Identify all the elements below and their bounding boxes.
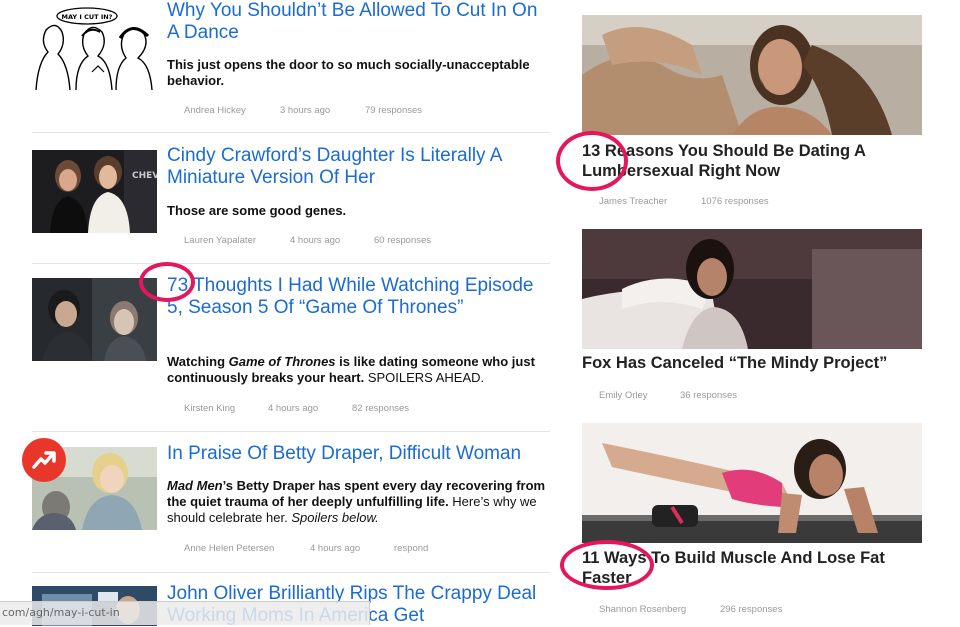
red-carpet-photo-image: CHEV [32, 150, 157, 233]
card-title-link[interactable]: 11 Ways To Build Muscle And Lose Fat Fas… [582, 548, 922, 588]
author-name[interactable]: Lauren Yapalater [184, 235, 290, 246]
responses-count[interactable]: 82 responses [352, 403, 409, 414]
story-title-link[interactable]: 73 Thoughts I Had While Watching Episode… [167, 275, 547, 319]
card-meta: Emily Orley 36 responses [599, 390, 737, 401]
story-thumbnail[interactable]: CHEV [32, 150, 157, 233]
browser-status-bar: com/agh/may-i-cut-in [0, 601, 370, 625]
timestamp: 3 hours ago [280, 105, 331, 116]
card-image[interactable] [582, 423, 922, 543]
responses-count[interactable]: 1076 responses [701, 196, 769, 207]
story-divider [32, 431, 550, 432]
responses-count[interactable]: 296 responses [720, 604, 782, 615]
timestamp: 4 hours ago [310, 543, 361, 554]
pushup-workout-photo-image [582, 423, 922, 543]
card-meta: Shannon Rosenberg 296 responses [599, 604, 782, 615]
trending-arrow-icon [32, 451, 56, 469]
author-name[interactable]: Anne Helen Petersen [184, 543, 310, 554]
card-title-link[interactable]: 13 Reasons You Should Be Dating A Lumber… [582, 141, 922, 181]
story-divider [32, 132, 550, 133]
author-name[interactable]: Shannon Rosenberg [599, 604, 720, 615]
respond-link[interactable]: respond [394, 543, 428, 554]
story-description: This just opens the door to so much soci… [167, 57, 530, 88]
story-divider [32, 263, 550, 264]
speech-bubble-text: MAY I CUT IN? [62, 13, 113, 21]
story-description: Watching Game of Thrones is like dating … [167, 354, 535, 385]
card-title-link[interactable]: Fox Has Canceled “The Mindy Project” [582, 353, 922, 373]
responses-count[interactable]: 79 responses [365, 105, 422, 116]
story-divider [32, 572, 550, 573]
card-image[interactable] [582, 229, 922, 349]
timestamp: 4 hours ago [290, 235, 341, 246]
story-title-link[interactable]: Why You Shouldn’t Be Allowed To Cut In O… [167, 0, 547, 44]
feed-story[interactable]: CHEV Cindy Crawford’s Daughter Is Litera… [32, 145, 550, 255]
sidebar-card[interactable]: Fox Has Canceled “The Mindy Project” Emi… [582, 229, 922, 409]
story-thumbnail[interactable] [32, 278, 157, 361]
story-thumbnail[interactable]: MAY I CUT IN? [32, 2, 157, 92]
story-meta: Kirsten King 4 hours ago 82 responses [184, 403, 409, 414]
timestamp: 4 hours ago [268, 403, 319, 414]
lumbersexual-photo-image [582, 15, 922, 135]
author-name[interactable]: James Treacher [599, 196, 701, 207]
card-image[interactable] [582, 15, 922, 135]
story-title-link[interactable]: Cindy Crawford’s Daughter Is Literally A… [167, 145, 547, 189]
responses-count[interactable]: 60 responses [374, 235, 431, 246]
responses-count[interactable]: 36 responses [680, 390, 737, 401]
status-url: com/agh/may-i-cut-in [2, 606, 120, 619]
story-meta: Andrea Hickey 3 hours ago 79 responses [184, 105, 422, 116]
author-name[interactable]: Emily Orley [599, 390, 680, 401]
story-description: Those are some good genes. [167, 203, 347, 218]
story-meta: Anne Helen Petersen 4 hours ago respond [184, 543, 428, 554]
author-name[interactable]: Andrea Hickey [184, 105, 280, 116]
feed-story[interactable]: 73 Thoughts I Had While Watching Episode… [32, 275, 550, 425]
sidebar-card[interactable]: 11 Ways To Build Muscle And Lose Fat Fas… [582, 423, 922, 623]
tv-still-image [32, 278, 157, 361]
story-description: Mad Men’s Betty Draper has spent every d… [167, 478, 546, 525]
backdrop-text: CHEV [132, 171, 157, 181]
author-name[interactable]: Kirsten King [184, 403, 268, 414]
feed-story[interactable]: In Praise Of Betty Draper, Difficult Wom… [32, 443, 550, 568]
trending-badge [22, 438, 66, 482]
cartoon-illustration-image: MAY I CUT IN? [32, 2, 157, 92]
card-meta: James Treacher 1076 responses [599, 196, 769, 207]
mindy-project-photo-image [582, 229, 922, 349]
story-meta: Lauren Yapalater 4 hours ago 60 responses [184, 235, 431, 246]
feed-story[interactable]: MAY I CUT IN? Why You Shouldn’t Be Allow… [32, 0, 550, 125]
sidebar-card[interactable]: 13 Reasons You Should Be Dating A Lumber… [582, 15, 922, 215]
story-title-link[interactable]: In Praise Of Betty Draper, Difficult Wom… [167, 443, 547, 465]
